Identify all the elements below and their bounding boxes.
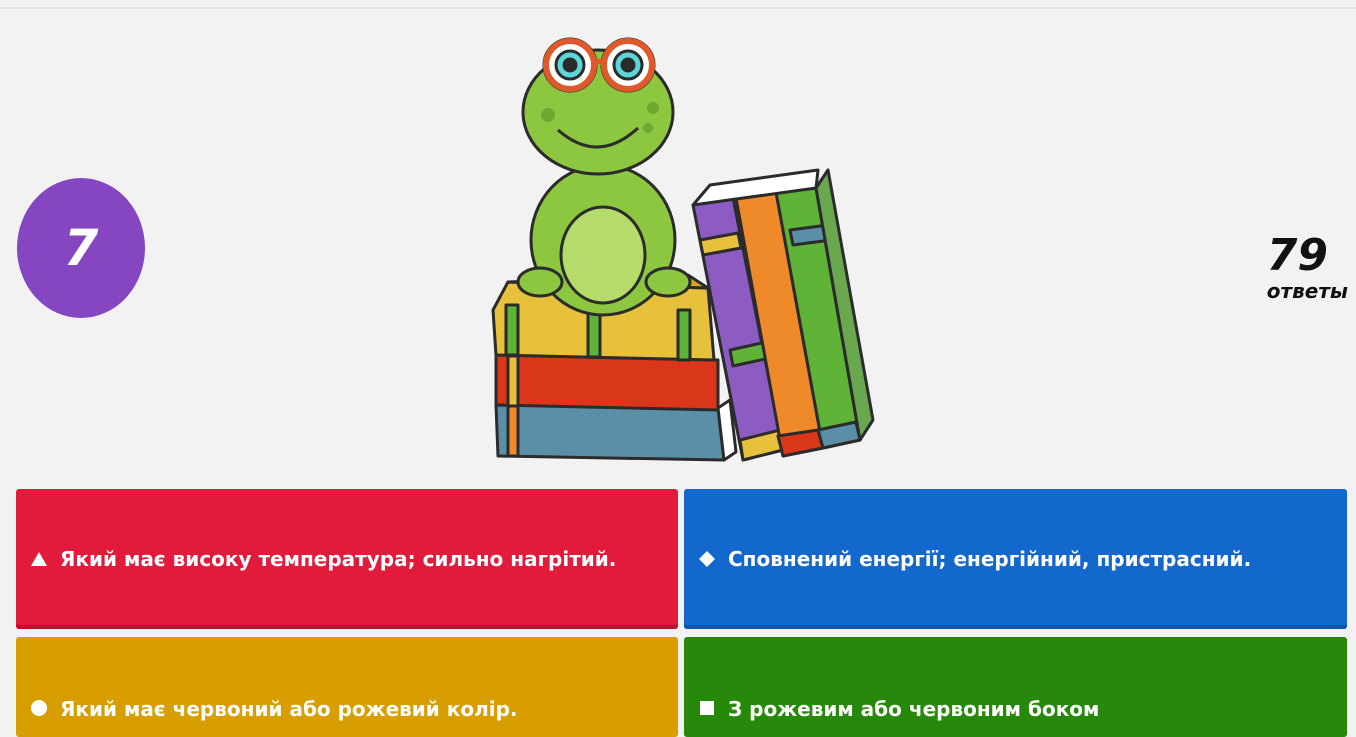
answers-count-label: ответы <box>1266 279 1348 303</box>
answer-option-square[interactable]: З рожевим або червоним боком <box>684 637 1347 737</box>
circle-icon <box>28 697 50 719</box>
diamond-icon <box>696 548 718 570</box>
answers-count-value: 79 <box>1266 230 1328 281</box>
square-icon <box>696 697 718 719</box>
timer-value: 7 <box>63 219 99 277</box>
answer-text: З рожевим або червоним боком <box>728 697 1100 721</box>
answer-option-triangle[interactable]: Який має високу температура; сильно нагр… <box>16 489 678 629</box>
answer-option-diamond[interactable]: Сповнений енергії; енергійний, пристрасн… <box>684 489 1347 629</box>
answers-counter: 79 ответы <box>1266 230 1348 303</box>
answer-option-circle[interactable]: Який має червоний або рожевий колір. <box>16 637 678 737</box>
answer-text: Який має червоний або рожевий колір. <box>60 697 518 721</box>
answer-text: Який має високу температура; сильно нагр… <box>60 547 617 571</box>
countdown-timer: 7 <box>17 178 145 318</box>
triangle-icon <box>28 548 50 570</box>
answer-text: Сповнений енергії; енергійний, пристрасн… <box>728 547 1252 571</box>
frog-on-books-illustration <box>491 37 875 462</box>
top-divider <box>0 7 1356 9</box>
